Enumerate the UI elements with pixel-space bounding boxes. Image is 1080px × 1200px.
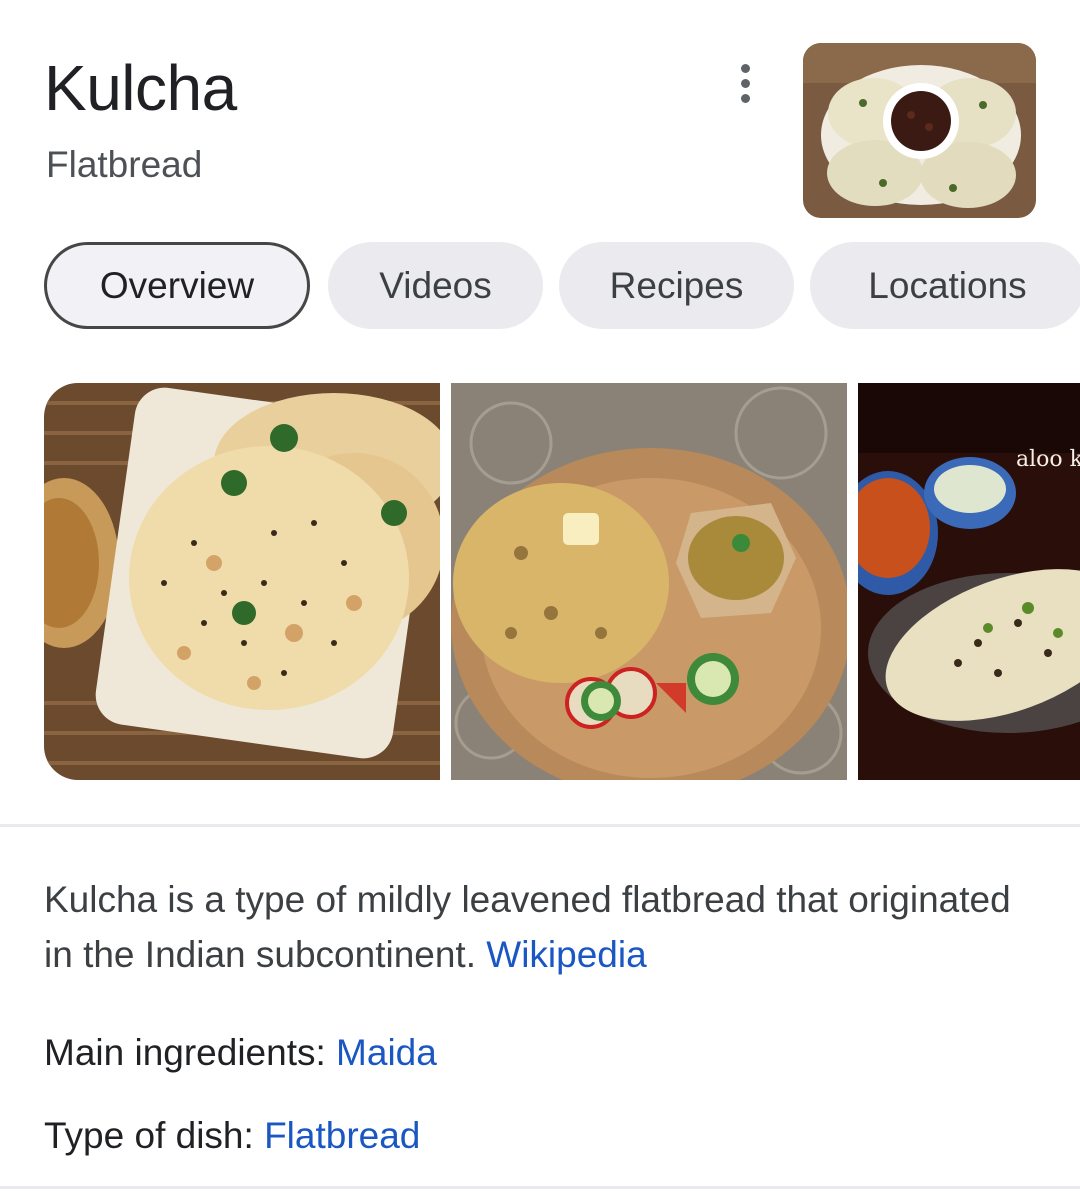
entity-subtitle: Flatbread [46,144,203,185]
image-gallery: aloo k [44,383,1080,780]
entity-title: Kulcha [44,52,237,124]
bottom-divider [0,1186,1080,1189]
entity-thumbnail[interactable] [803,43,1036,218]
tab-videos[interactable]: Videos [328,242,543,329]
fact-main-ingredients: Main ingredients: Maida [44,1030,437,1076]
tab-recipes[interactable]: Recipes [559,242,794,329]
wikipedia-link[interactable]: Wikipedia [486,934,646,975]
flatbread-link[interactable]: Flatbread [264,1115,420,1156]
fact-label: Main ingredients: [44,1032,337,1073]
fact-label: Type of dish: [44,1115,265,1156]
description: Kulcha is a type of mildly leavened flat… [44,872,1044,982]
tab-overview[interactable]: Overview [44,242,310,329]
gallery-image-aloo-kulcha[interactable]: aloo k [858,383,1080,780]
gallery-image-caption: aloo k [1016,447,1080,472]
tab-bar: Overview Videos Recipes Locations [44,242,1080,329]
gallery-image-kulcha-plate[interactable] [44,383,440,780]
more-vert-icon[interactable] [722,58,768,108]
section-divider [0,824,1080,827]
fact-type-of-dish: Type of dish: Flatbread [44,1113,420,1159]
maida-link[interactable]: Maida [336,1032,437,1073]
gallery-image-kulcha-chole[interactable] [451,383,847,780]
tab-locations[interactable]: Locations [810,242,1080,329]
